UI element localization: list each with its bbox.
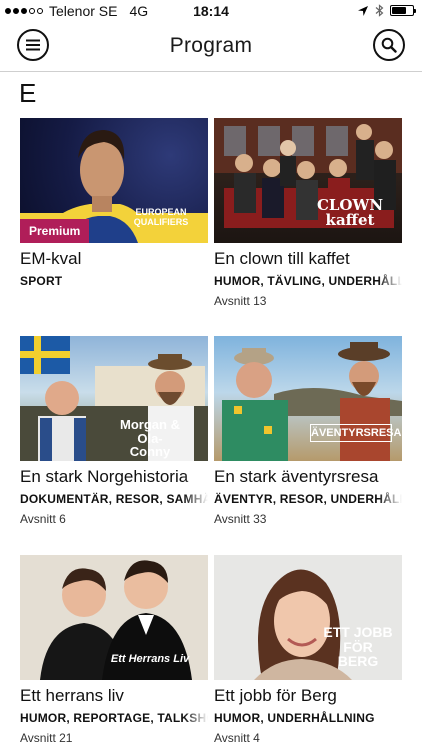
thumbnail-overlay-text: EUROPEAN QUALIFIERS bbox=[133, 207, 189, 227]
thumbnail-overlay-text: Morgan & Ola-Conny bbox=[120, 417, 180, 460]
program-title: EM-kval bbox=[20, 249, 82, 268]
program-card-en-clown-till-kaffet[interactable]: CLOWN kaffet En clown till kaffet HUMOR,… bbox=[214, 118, 402, 308]
hosts-image bbox=[222, 342, 402, 461]
program-thumbnail: Ett Herrans Liv bbox=[20, 555, 208, 680]
episode-count: Avsnitt 6 bbox=[20, 512, 66, 526]
episode-count: Avsnitt 21 bbox=[20, 731, 73, 745]
bluetooth-icon bbox=[375, 4, 384, 17]
program-thumbnail: ETT JOBB FÖR BERG bbox=[214, 555, 402, 680]
program-thumbnail: CLOWN kaffet bbox=[214, 118, 402, 243]
program-card-en-stark-aventyrsresa[interactable]: ÄVENTYRSRESA En stark äventyrsresa ÄVENT… bbox=[214, 336, 402, 526]
thumbnail-overlay-text: Ett Herrans Liv bbox=[110, 653, 190, 665]
program-genres: SPORT bbox=[20, 274, 63, 288]
thumbnail-overlay-text: ÄVENTYRSRESA bbox=[310, 424, 401, 442]
program-genres: DOKUMENTÄR, RESOR, SAMHÄLLE bbox=[20, 492, 208, 506]
program-title: Ett jobb för Berg bbox=[214, 686, 337, 705]
status-bar: Telenor SE 4G 18:14 bbox=[0, 0, 422, 22]
program-genres: HUMOR, UNDERHÅLLNING bbox=[214, 711, 375, 725]
program-genres: ÄVENTYR, RESOR, UNDERHÅLLNING bbox=[214, 492, 402, 506]
program-thumbnail: ÄVENTYRSRESA bbox=[214, 336, 402, 461]
program-title: En stark äventyrsresa bbox=[214, 467, 379, 486]
thumbnail-overlay-text: ETT JOBB FÖR BERG bbox=[323, 624, 393, 670]
program-card-em-kval[interactable]: EUROPEAN QUALIFIERS Premium EM-kval SPOR… bbox=[20, 118, 208, 288]
navigation-bar: Program bbox=[0, 22, 422, 72]
program-genres: HUMOR, TÄVLING, UNDERHÅLLNING bbox=[214, 274, 402, 288]
location-arrow-icon bbox=[358, 5, 368, 16]
program-card-ett-herrans-liv[interactable]: Ett Herrans Liv Ett herrans liv HUMOR, R… bbox=[20, 555, 208, 745]
episode-count: Avsnitt 33 bbox=[214, 512, 267, 526]
section-header-letter: E bbox=[19, 78, 37, 108]
episode-count: Avsnitt 4 bbox=[214, 731, 260, 745]
status-right bbox=[357, 4, 416, 17]
episode-count: Avsnitt 13 bbox=[214, 294, 267, 308]
program-thumbnail: Morgan & Ola-Conny bbox=[20, 336, 208, 461]
program-thumbnail: EUROPEAN QUALIFIERS Premium bbox=[20, 118, 208, 243]
search-button[interactable] bbox=[373, 29, 405, 61]
program-card-ett-jobb-for-berg[interactable]: ETT JOBB FÖR BERG Ett jobb för Berg HUMO… bbox=[214, 555, 402, 745]
thumbnail-overlay-text: CLOWN kaffet bbox=[316, 196, 384, 229]
battery-icon bbox=[390, 5, 416, 16]
program-card-en-stark-norgehistoria[interactable]: Morgan & Ola-Conny En stark Norgehistori… bbox=[20, 336, 208, 526]
program-title: Ett herrans liv bbox=[20, 686, 124, 705]
program-title: En stark Norgehistoria bbox=[20, 467, 189, 486]
search-icon bbox=[381, 37, 397, 53]
page-title: Program bbox=[169, 34, 253, 57]
program-title: En clown till kaffet bbox=[214, 249, 350, 268]
premium-badge: Premium bbox=[20, 219, 90, 243]
program-genres: HUMOR, REPORTAGE, TALKSHOW bbox=[20, 711, 208, 725]
